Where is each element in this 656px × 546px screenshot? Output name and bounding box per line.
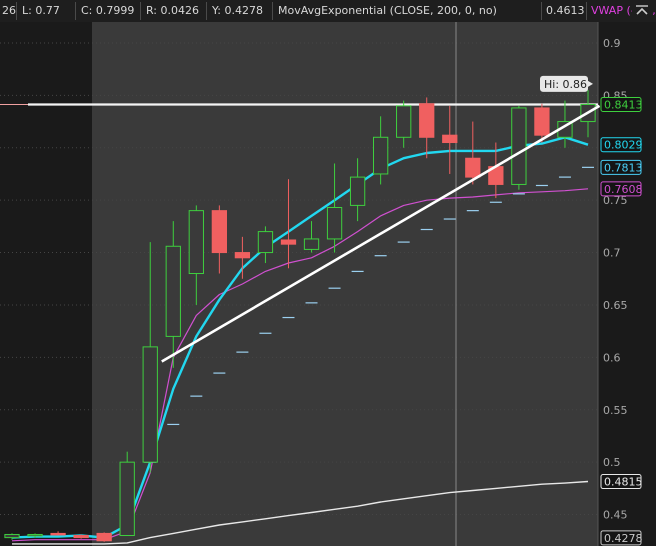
- candle-body: [303, 238, 320, 250]
- candle-body: [326, 206, 343, 240]
- candle-body: [165, 245, 181, 337]
- y-tick-label: 0.7: [603, 247, 621, 260]
- header-separator: [541, 2, 542, 20]
- study-header: 26 L: 0.77 C: 0.7999 R: 0.0426 Y: 0.4278…: [0, 0, 656, 22]
- candle: [96, 532, 112, 542]
- y-tick-label: 0.55: [603, 404, 628, 417]
- candle-body: [96, 532, 112, 542]
- candle-body: [142, 346, 158, 463]
- price-label: 0.4278: [600, 530, 643, 546]
- header-separator: [140, 2, 141, 20]
- price-label-text: 0.7813: [604, 161, 643, 174]
- candle-body: [257, 231, 274, 254]
- candle: [511, 105, 527, 190]
- candle-body: [27, 533, 43, 537]
- low-value: L: 0.77: [22, 4, 60, 17]
- study-name[interactable]: MovAvgExponential (CLOSE, 200, 0, no): [278, 4, 497, 17]
- candle-body: [234, 252, 251, 259]
- candle-body: [372, 136, 389, 175]
- candle-body: [511, 107, 527, 185]
- candle-body: [419, 103, 435, 138]
- price-label-text: 0.7608: [604, 183, 643, 196]
- price-label: 0.4815: [600, 474, 643, 490]
- y-tick-label: 0.6: [603, 351, 621, 364]
- price-chart[interactable]: 0.90.850.80.750.70.650.60.550.50.45 0.84…: [0, 0, 656, 546]
- candle-body: [119, 461, 135, 537]
- candle-body: [4, 533, 20, 539]
- y-tick-label: 0.45: [603, 509, 628, 522]
- candle-body: [73, 535, 89, 539]
- candle: [119, 451, 135, 537]
- price-label-text: 0.8413: [604, 98, 643, 111]
- y-value: Y: 0.4278: [212, 4, 263, 17]
- header-separator: [272, 2, 273, 20]
- header-separator: [586, 2, 587, 20]
- header-left-partial: 26: [2, 4, 16, 17]
- study-value: 0.4613: [546, 4, 585, 17]
- price-label: 0.7608: [600, 181, 643, 197]
- collapse-icon[interactable]: [632, 2, 652, 20]
- price-label-text: 0.4815: [604, 476, 643, 489]
- candle: [73, 534, 89, 539]
- y-tick-label: 0.65: [603, 299, 628, 312]
- range-value: R: 0.0426: [146, 4, 199, 17]
- price-label-text: 0.4278: [604, 532, 643, 545]
- candle-body: [465, 157, 481, 178]
- hi-label-text: Hi: 0.86: [544, 78, 587, 91]
- candle-body: [396, 105, 412, 138]
- candle-body: [211, 210, 228, 254]
- price-label: 0.8029: [600, 137, 643, 153]
- header-separator: [75, 2, 76, 20]
- y-tick-label: 0.9: [603, 37, 621, 50]
- candle-body: [534, 107, 550, 136]
- header-separator: [206, 2, 207, 20]
- y-tick-label: 0.5: [603, 456, 621, 469]
- price-label: 0.8413: [600, 96, 643, 112]
- price-label-text: 0.8029: [604, 139, 643, 152]
- hi-marker: Hi: 0.86: [540, 75, 593, 92]
- candle-body: [50, 532, 66, 536]
- price-label: 0.7813: [600, 159, 643, 175]
- candle-body: [442, 134, 458, 144]
- candle-body: [188, 210, 204, 275]
- header-separator: [16, 2, 17, 20]
- candle-body: [349, 176, 366, 206]
- close-value: C: 0.7999: [81, 4, 135, 17]
- candle-body: [280, 239, 297, 245]
